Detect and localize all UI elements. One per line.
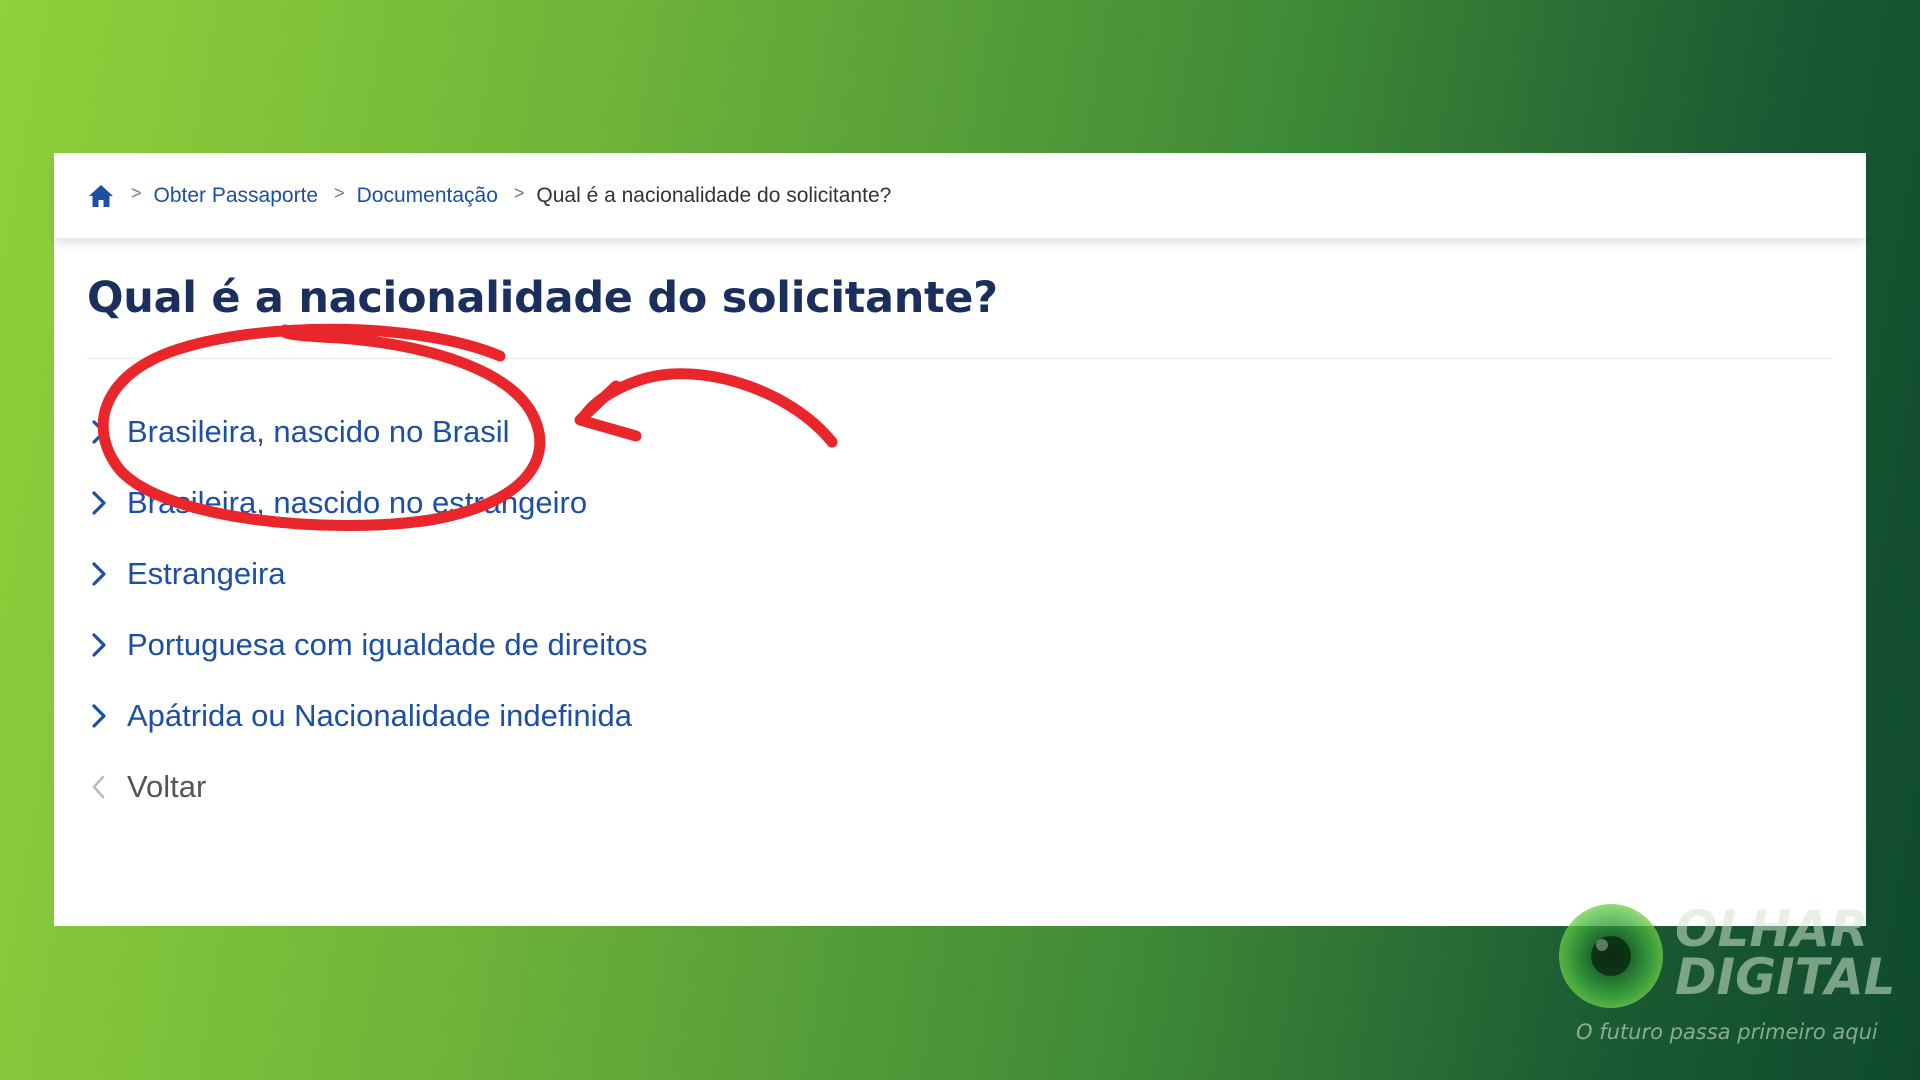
title-divider	[87, 358, 1833, 359]
breadcrumb-separator: >	[513, 183, 525, 203]
back-label: Voltar	[127, 768, 207, 804]
home-icon[interactable]	[87, 182, 115, 210]
chevron-right-icon	[87, 702, 111, 730]
breadcrumb-obter-passaporte[interactable]: Obter Passaporte	[154, 184, 319, 208]
watermark-tagline: O futuro passa primeiro aqui	[1576, 1020, 1878, 1044]
eye-logo-icon	[1559, 904, 1663, 1008]
option-estrangeira[interactable]: Estrangeira	[87, 538, 647, 609]
breadcrumb-current: Qual é a nacionalidade do solicitante?	[536, 183, 892, 207]
option-label: Estrangeira	[127, 555, 286, 591]
breadcrumb-documentacao[interactable]: Documentação	[357, 184, 498, 208]
breadcrumb: > Obter Passaporte > Documentação > Qual…	[54, 153, 1866, 238]
watermark: OLHAR DIGITAL O futuro passa primeiro aq…	[1550, 895, 1910, 1055]
option-brasileira-nascido-brasil[interactable]: Brasileira, nascido no Brasil	[87, 396, 647, 467]
option-portuguesa-igualdade[interactable]: Portuguesa com igualdade de direitos	[87, 609, 647, 680]
option-label: Portuguesa com igualdade de direitos	[127, 626, 648, 662]
chevron-right-icon	[87, 560, 111, 588]
chevron-left-icon	[87, 773, 111, 801]
watermark-brand: OLHAR DIGITAL	[1675, 900, 1896, 1006]
chevron-right-icon	[87, 489, 111, 517]
chevron-right-icon	[87, 418, 111, 446]
content-card: > Obter Passaporte > Documentação > Qual…	[54, 153, 1866, 926]
nationality-options: Brasileira, nascido no Brasil Brasileira…	[87, 396, 647, 822]
option-label: Brasileira, nascido no Brasil	[127, 413, 510, 449]
option-apatrida[interactable]: Apátrida ou Nacionalidade indefinida	[87, 680, 647, 751]
breadcrumb-separator: >	[131, 183, 142, 203]
option-brasileira-nascido-estrangeiro[interactable]: Brasileira, nascido no estrangeiro	[87, 467, 647, 538]
option-label: Apátrida ou Nacionalidade indefinida	[127, 697, 632, 733]
back-link[interactable]: Voltar	[87, 751, 647, 822]
chevron-right-icon	[87, 631, 111, 659]
breadcrumb-separator: >	[334, 183, 345, 203]
option-label: Brasileira, nascido no estrangeiro	[127, 484, 588, 520]
page-title: Qual é a nacionalidade do solicitante?	[87, 273, 998, 323]
